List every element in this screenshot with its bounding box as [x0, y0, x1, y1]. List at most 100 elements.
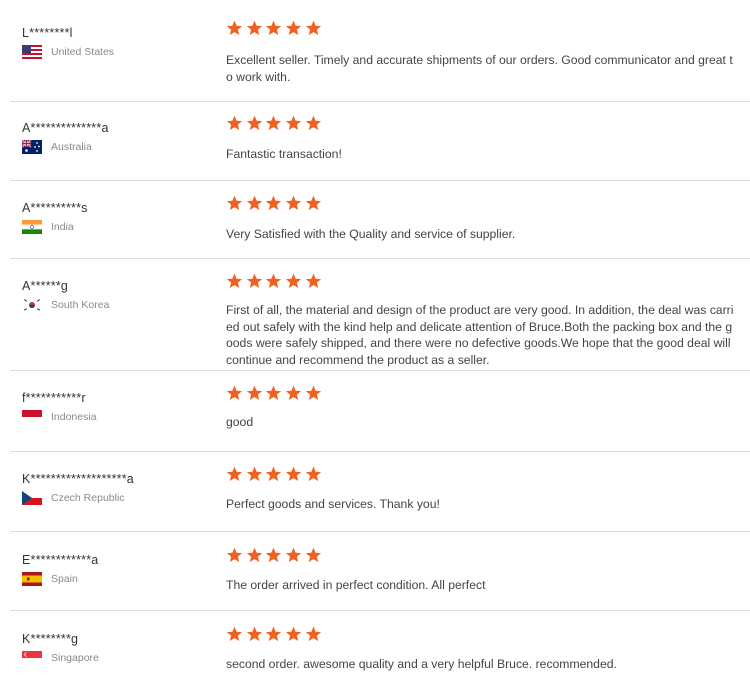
star-icon: [226, 547, 243, 564]
reviewer-country: Australia: [22, 140, 92, 154]
star-icon: [226, 466, 243, 483]
star-rating: [226, 20, 324, 40]
star-icon: [265, 385, 282, 402]
star-icon: [305, 626, 322, 643]
reviewer-name: L********l: [22, 26, 73, 40]
country-name: Singapore: [51, 652, 99, 664]
star-rating: [226, 547, 324, 567]
review-text: Excellent seller. Timely and accurate sh…: [226, 53, 733, 84]
reviewer-country: Singapore: [22, 651, 99, 665]
star-icon: [285, 20, 302, 37]
star-icon: [226, 20, 243, 37]
star-icon: [246, 115, 263, 132]
star-icon: [285, 547, 302, 564]
review-item: A******g South Korea First of all, the m…: [0, 273, 750, 371]
review-text: Perfect goods and services. Thank you!: [226, 497, 440, 511]
star-icon: [226, 115, 243, 132]
review-item: E************a Spain The order arrived i…: [0, 547, 750, 611]
star-icon: [226, 195, 243, 212]
country-name: Spain: [51, 573, 78, 585]
divider: [10, 451, 750, 452]
country-name: South Korea: [51, 299, 110, 311]
review-item: f***********r Indonesia good: [0, 385, 750, 452]
divider: [10, 258, 750, 259]
star-rating: [226, 195, 324, 215]
star-rating: [226, 115, 324, 135]
star-icon: [285, 115, 302, 132]
reviewer-country: Czech Republic: [22, 491, 125, 505]
country-name: Indonesia: [51, 411, 97, 423]
star-icon: [265, 466, 282, 483]
in-flag-icon: [22, 220, 42, 234]
reviewer-country: Spain: [22, 572, 78, 586]
review-text: good: [226, 415, 254, 429]
au-flag-icon: [22, 140, 42, 154]
reviewer-name: K********g: [22, 632, 79, 646]
reviewer-country: India: [22, 220, 74, 234]
star-icon: [305, 195, 322, 212]
kr-flag-icon: [22, 298, 42, 312]
review-text: Very Satisfied with the Quality and serv…: [226, 227, 516, 241]
star-icon: [265, 115, 282, 132]
review-item: L********l United States Excellent selle…: [0, 20, 750, 102]
id-flag-icon: [22, 410, 42, 424]
star-icon: [265, 273, 282, 290]
reviewer-name: f***********r: [22, 391, 86, 405]
country-name: Australia: [51, 141, 92, 153]
star-icon: [246, 466, 263, 483]
divider: [10, 180, 750, 181]
country-name: Czech Republic: [51, 492, 125, 504]
star-icon: [246, 547, 263, 564]
review-item: A**************a Australia Fantastic tra…: [0, 115, 750, 181]
reviewer-name: A******g: [22, 279, 69, 293]
star-icon: [226, 385, 243, 402]
reviewer-country: United States: [22, 45, 114, 59]
divider: [10, 101, 750, 102]
es-flag-icon: [22, 572, 42, 586]
review-text: Fantastic transaction!: [226, 147, 342, 161]
star-icon: [305, 466, 322, 483]
star-icon: [246, 273, 263, 290]
star-rating: [226, 626, 324, 646]
star-icon: [305, 20, 322, 37]
star-icon: [305, 273, 322, 290]
review-item: K********g Singapore second order. aweso…: [0, 626, 750, 681]
star-rating: [226, 385, 324, 405]
sg-flag-icon: [22, 651, 42, 665]
reviewer-name: A**********s: [22, 201, 88, 215]
star-icon: [226, 273, 243, 290]
star-icon: [285, 385, 302, 402]
star-icon: [285, 466, 302, 483]
star-icon: [246, 195, 263, 212]
divider: [10, 610, 750, 611]
country-name: United States: [51, 46, 115, 58]
review-item: K*******************a Czech Republic Per…: [0, 466, 750, 532]
review-text: second order. awesome quality and a very…: [226, 657, 617, 671]
star-rating: [226, 273, 324, 293]
reviewer-country: Indonesia: [22, 410, 97, 424]
star-icon: [265, 547, 282, 564]
reviewer-name: K*******************a: [22, 472, 134, 486]
reviewer-country: South Korea: [22, 298, 109, 312]
review-item: A**********s India Very Satisfied with t…: [0, 195, 750, 259]
divider: [10, 370, 750, 371]
star-icon: [246, 20, 263, 37]
star-icon: [226, 626, 243, 643]
star-icon: [265, 195, 282, 212]
star-icon: [285, 626, 302, 643]
star-icon: [246, 626, 263, 643]
review-text: First of all, the material and design of…: [226, 303, 734, 367]
reviewer-name: A**************a: [22, 121, 109, 135]
star-icon: [285, 195, 302, 212]
star-icon: [246, 385, 263, 402]
country-name: India: [51, 221, 74, 233]
star-icon: [265, 20, 282, 37]
us-flag-icon: [22, 45, 42, 59]
star-icon: [305, 547, 322, 564]
star-rating: [226, 466, 324, 486]
star-icon: [265, 626, 282, 643]
star-icon: [305, 385, 322, 402]
reviewer-name: E************a: [22, 553, 99, 567]
star-icon: [285, 273, 302, 290]
divider: [10, 531, 750, 532]
